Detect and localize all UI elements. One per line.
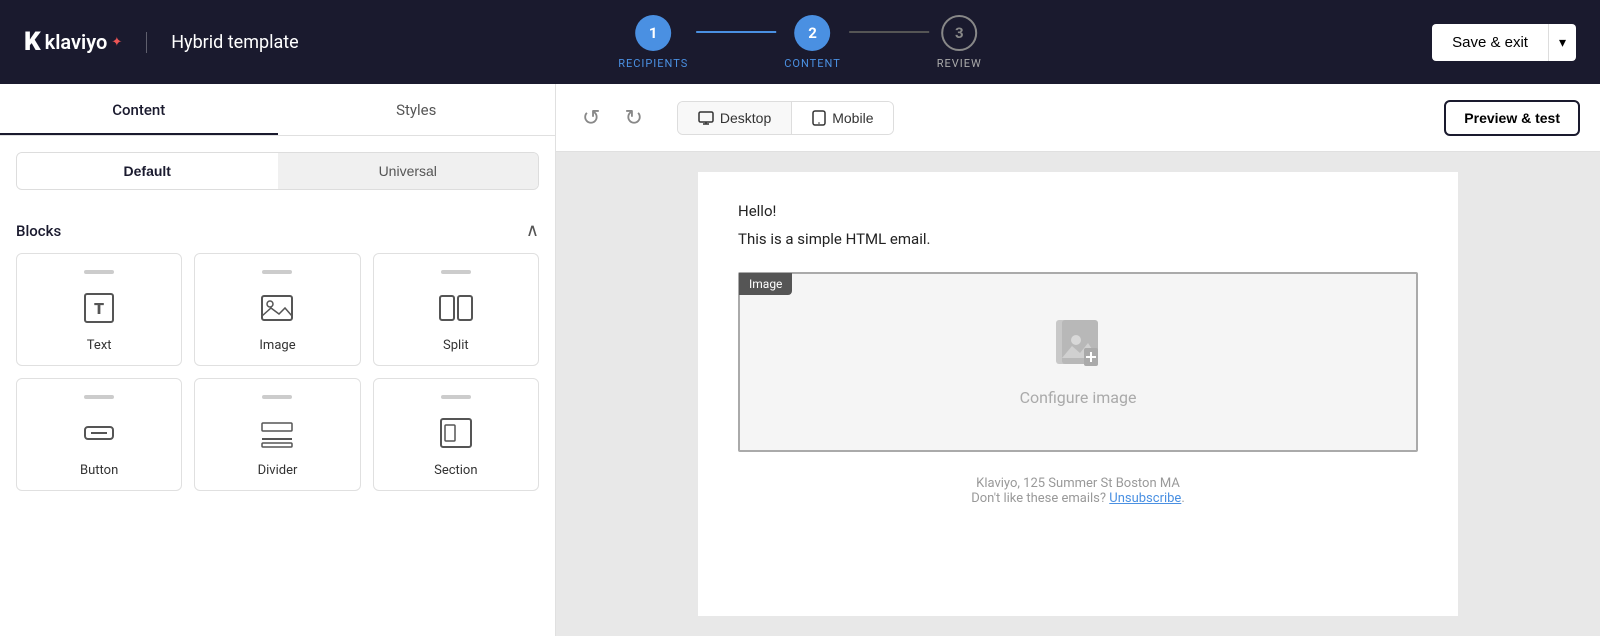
drag-handle	[441, 270, 471, 274]
drag-handle	[262, 270, 292, 274]
step-3-label: REVIEW	[937, 57, 982, 70]
logo-icon: K	[24, 27, 41, 57]
block-image-label: Image	[259, 338, 295, 353]
panel-tabs: Content Styles	[0, 84, 555, 136]
tab-content[interactable]: Content	[0, 84, 278, 135]
left-panel: Content Styles Default Universal Blocks …	[0, 84, 556, 636]
step-line-1-2	[696, 31, 776, 33]
block-divider-label: Divider	[258, 463, 298, 478]
desktop-icon	[698, 110, 714, 126]
blocks-collapse-button[interactable]: ∧	[526, 220, 539, 241]
logo-mark: ✦	[111, 35, 122, 50]
drag-handle	[84, 270, 114, 274]
canvas-area: Hello! This is a simple HTML email. Imag…	[556, 152, 1600, 636]
undo-button[interactable]: ↺	[576, 99, 606, 137]
mobile-label: Mobile	[832, 110, 873, 126]
button-block-icon	[79, 413, 119, 453]
step-1-circle: 1	[635, 15, 671, 51]
configure-image-label: Configure image	[1020, 388, 1137, 407]
image-block[interactable]: Image Configure image	[738, 272, 1418, 452]
toggle-group: Default Universal	[16, 152, 539, 190]
block-text-label: Text	[87, 338, 112, 353]
toolbar: ↺ ↻ Desktop Mobile	[556, 84, 1600, 152]
footer-unsub-prefix: Don't like these emails?	[971, 491, 1109, 506]
logo-area: K klaviyo ✦ Hybrid template	[24, 27, 299, 57]
toggle-universal[interactable]: Universal	[278, 153, 539, 189]
email-canvas: Hello! This is a simple HTML email. Imag…	[698, 172, 1458, 616]
drag-handle	[262, 395, 292, 399]
footer-unsub-link[interactable]: Unsubscribe	[1109, 491, 1181, 506]
mobile-view-button[interactable]: Mobile	[791, 102, 893, 134]
mobile-icon	[812, 110, 826, 126]
step-1[interactable]: 1 RECIPIENTS	[618, 15, 688, 70]
block-split-label: Split	[443, 338, 469, 353]
desktop-view-button[interactable]: Desktop	[678, 102, 791, 134]
desktop-label: Desktop	[720, 110, 771, 126]
divider-block-icon	[257, 413, 297, 453]
save-exit-dropdown-button[interactable]: ▾	[1548, 24, 1576, 61]
top-right-actions: Save & exit ▾	[1432, 24, 1576, 61]
block-section[interactable]: Section	[373, 378, 539, 491]
email-greeting: Hello!	[738, 202, 1418, 220]
toggle-area: Default Universal	[0, 136, 555, 206]
stepper: 1 RECIPIENTS 2 CONTENT 3 REVIEW	[618, 15, 982, 70]
text-block-icon: T	[79, 288, 119, 328]
template-name: Hybrid template	[146, 32, 299, 53]
email-footer: Klaviyo, 125 Summer St Boston MA Don't l…	[738, 476, 1418, 506]
block-text[interactable]: T Text	[16, 253, 182, 366]
blocks-header: Blocks ∧	[16, 206, 539, 253]
preview-test-button[interactable]: Preview & test	[1444, 100, 1580, 136]
right-panel: ↺ ↻ Desktop Mobile	[556, 84, 1600, 636]
drag-handle	[441, 395, 471, 399]
blocks-grid: T Text Image	[16, 253, 539, 491]
block-section-label: Section	[434, 463, 477, 478]
logo-text: klaviyo	[45, 30, 108, 54]
navbar: K klaviyo ✦ Hybrid template 1 RECIPIENTS…	[0, 0, 1600, 84]
toggle-default[interactable]: Default	[17, 153, 278, 189]
svg-text:T: T	[94, 299, 104, 318]
step-2-label: CONTENT	[784, 57, 841, 70]
step-1-label: RECIPIENTS	[618, 57, 688, 70]
save-exit-button[interactable]: Save & exit	[1432, 24, 1548, 61]
view-toggle: Desktop Mobile	[677, 101, 895, 135]
footer-period: .	[1181, 491, 1184, 506]
step-3-circle: 3	[941, 15, 977, 51]
image-block-tag: Image	[739, 273, 792, 295]
logo: K klaviyo ✦	[24, 27, 122, 57]
block-button-label: Button	[80, 463, 118, 478]
block-image[interactable]: Image	[194, 253, 360, 366]
blocks-title: Blocks	[16, 222, 61, 240]
image-block-icon	[257, 288, 297, 328]
block-button[interactable]: Button	[16, 378, 182, 491]
block-divider[interactable]: Divider	[194, 378, 360, 491]
redo-button[interactable]: ↻	[618, 99, 648, 137]
split-block-icon	[436, 288, 476, 328]
footer-unsubscribe: Don't like these emails? Unsubscribe.	[738, 491, 1418, 506]
tab-styles[interactable]: Styles	[278, 84, 556, 135]
drag-handle	[84, 395, 114, 399]
step-2-circle: 2	[795, 15, 831, 51]
configure-image-icon	[1052, 318, 1104, 376]
main-area: Content Styles Default Universal Blocks …	[0, 84, 1600, 636]
block-split[interactable]: Split	[373, 253, 539, 366]
step-2[interactable]: 2 CONTENT	[784, 15, 841, 70]
email-body: This is a simple HTML email.	[738, 230, 1418, 248]
footer-address: Klaviyo, 125 Summer St Boston MA	[738, 476, 1418, 491]
step-3[interactable]: 3 REVIEW	[937, 15, 982, 70]
step-line-2-3	[849, 31, 929, 33]
section-block-icon	[436, 413, 476, 453]
blocks-section: Blocks ∧ T Text	[0, 206, 555, 491]
